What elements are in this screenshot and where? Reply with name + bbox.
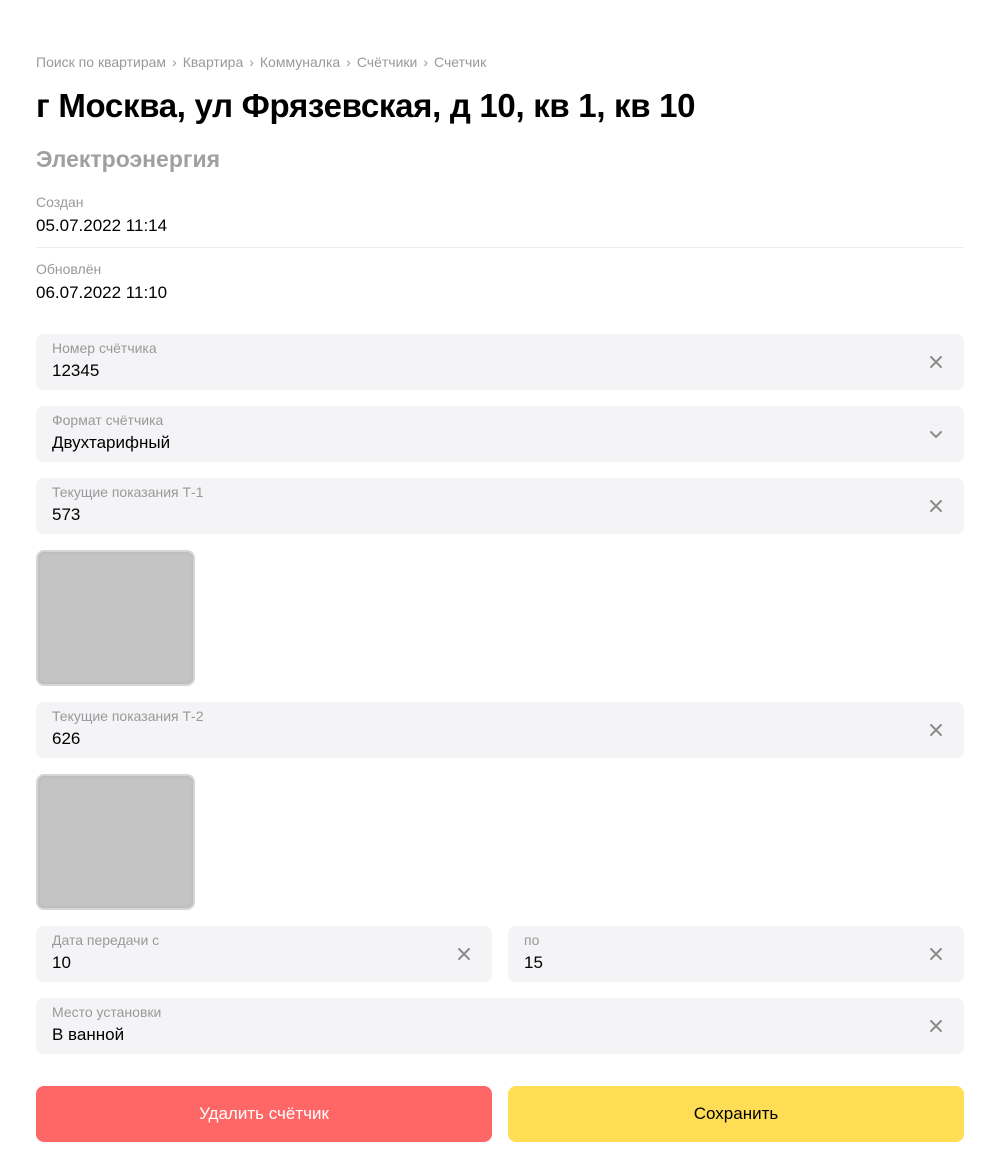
close-icon[interactable] — [456, 946, 472, 962]
breadcrumb-item-apartment-search[interactable]: Поиск по квартирам — [36, 53, 166, 71]
close-icon[interactable] — [928, 722, 944, 738]
breadcrumb-separator: › — [172, 54, 177, 70]
breadcrumb-item-current-meter: Счетчик — [434, 54, 487, 70]
close-icon[interactable] — [928, 498, 944, 514]
page-subtitle: Электроэнергия — [36, 146, 221, 172]
install-place-value[interactable]: В ванной — [52, 1024, 124, 1046]
breadcrumb-item-meters[interactable]: Счётчики — [357, 53, 418, 71]
breadcrumb-separator: › — [423, 54, 429, 70]
chevron-down-icon[interactable] — [928, 426, 944, 442]
reading-t1-label: Текущие показания Т-1 — [52, 484, 204, 500]
date-to-label: по — [524, 932, 540, 948]
meter-format-label: Формат счётчика — [52, 412, 164, 428]
meter-format-value[interactable]: Двухтарифный — [52, 432, 170, 454]
reading-t1-field[interactable]: Текущие показания Т-1 573 — [36, 478, 964, 534]
divider — [36, 247, 964, 248]
meter-format-select[interactable]: Формат счётчика Двухтарифный — [36, 406, 964, 462]
reading-t2-photo[interactable] — [36, 774, 195, 910]
created-label: Создан — [36, 194, 84, 210]
date-from-field[interactable]: Дата передачи с 10 — [36, 926, 492, 982]
reading-t2-label: Текущие показания Т-2 — [52, 708, 204, 724]
install-place-label: Место установки — [52, 1004, 162, 1020]
breadcrumb-item-apartment[interactable]: Квартира — [183, 53, 244, 71]
meter-number-label: Номер счётчика — [52, 340, 157, 356]
breadcrumb-item-utilities[interactable]: Коммуналка — [260, 53, 340, 71]
meter-number-field[interactable]: Номер счётчика 12345 — [36, 334, 964, 390]
updated-label: Обновлён — [36, 261, 102, 277]
save-button[interactable]: Сохранить — [508, 1086, 964, 1142]
updated-value: 06.07.2022 11:10 — [36, 283, 168, 302]
meter-number-value[interactable]: 12345 — [52, 360, 99, 382]
breadcrumb-separator: › — [346, 54, 351, 70]
reading-t2-field[interactable]: Текущие показания Т-2 626 — [36, 702, 964, 758]
delete-meter-button[interactable]: Удалить счётчик — [36, 1086, 492, 1142]
reading-t1-value[interactable]: 573 — [52, 504, 80, 526]
page-title: г Москва, ул Фрязевская, д 10, кв 1, кв … — [36, 87, 696, 124]
breadcrumb-separator: › — [249, 54, 254, 70]
reading-t2-value[interactable]: 626 — [52, 728, 80, 750]
created-info: Создан 05.07.2022 11:14 — [36, 193, 964, 237]
close-icon[interactable] — [928, 946, 944, 962]
created-value: 05.07.2022 11:14 — [36, 216, 168, 235]
updated-info: Обновлён 06.07.2022 11:10 — [36, 260, 964, 304]
close-icon[interactable] — [928, 1018, 944, 1034]
date-to-field[interactable]: по 15 — [508, 926, 964, 982]
breadcrumb: Поиск по квартирам › Квартира › Коммунал… — [36, 53, 486, 71]
date-from-value[interactable]: 10 — [52, 952, 71, 974]
close-icon[interactable] — [928, 354, 944, 370]
date-from-label: Дата передачи с — [52, 932, 160, 948]
install-place-field[interactable]: Место установки В ванной — [36, 998, 964, 1054]
reading-t1-photo[interactable] — [36, 550, 195, 686]
date-to-value[interactable]: 15 — [524, 952, 543, 974]
